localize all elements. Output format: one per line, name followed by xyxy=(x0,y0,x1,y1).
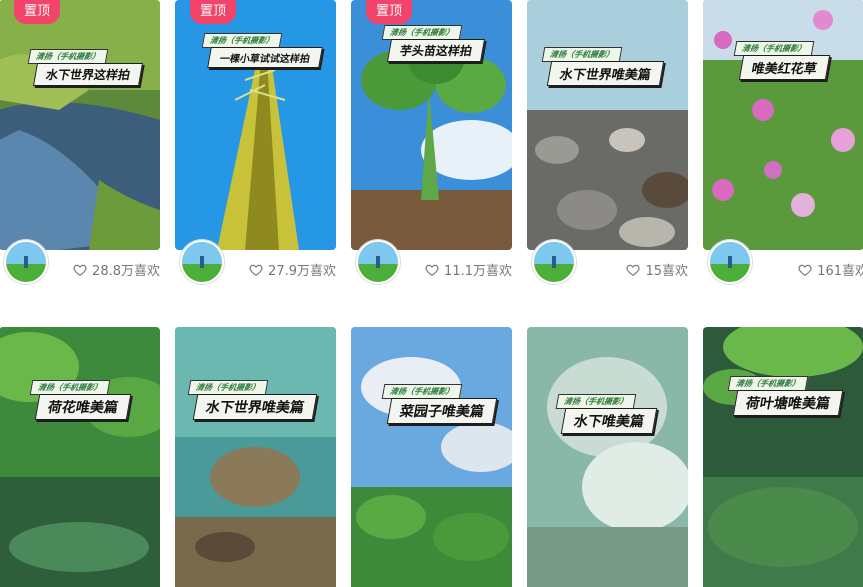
video-title: 水下世界唯美篇 xyxy=(192,394,318,420)
video-thumbnail[interactable]: 置顶 清扬（手机摄影） 一棵小草试试这样拍 xyxy=(175,0,336,250)
author-tag: 清扬（手机摄影） xyxy=(381,25,463,40)
video-card-8[interactable]: 清扬（手机摄影） 菜园子唯美篇 xyxy=(351,327,512,587)
video-caption: 清扬（手机摄影） 水下世界唯美篇 xyxy=(187,375,318,420)
like-count-text: 11.1万喜欢 xyxy=(444,264,512,279)
video-thumbnail[interactable]: 清扬（手机摄影） 水下唯美篇 xyxy=(527,327,688,587)
thumbnail-image xyxy=(527,327,688,587)
video-thumbnail[interactable]: 清扬（手机摄影） 菜园子唯美篇 xyxy=(351,327,512,587)
author-tag: 清扬（手机摄影） xyxy=(727,376,809,391)
video-caption: 清扬（手机摄影） 芋头苗这样拍 xyxy=(381,20,486,62)
thumbnail-image xyxy=(703,327,863,587)
card-meta: 15喜欢 xyxy=(527,240,688,300)
author-tag: 清扬（手机摄影） xyxy=(555,394,637,409)
video-title: 水下世界唯美篇 xyxy=(546,61,665,86)
author-tag: 清扬（手机摄影） xyxy=(29,380,111,395)
heart-outline-icon xyxy=(626,264,640,276)
video-card-10[interactable]: 清扬（手机摄影） 荷叶塘唯美篇 xyxy=(703,327,863,587)
video-title: 荷叶塘唯美篇 xyxy=(732,390,844,416)
author-tag: 清扬（手机摄影） xyxy=(27,49,109,64)
like-count[interactable]: 27.9万喜欢 xyxy=(249,260,336,279)
video-caption: 清扬（手机摄影） 菜园子唯美篇 xyxy=(381,379,498,424)
author-tag: 清扬（手机摄影） xyxy=(381,384,463,399)
video-card-6[interactable]: 清扬（手机摄影） 荷花唯美篇 xyxy=(0,327,160,587)
video-title: 荷花唯美篇 xyxy=(34,394,132,420)
like-count[interactable]: 15喜欢 xyxy=(626,260,688,279)
thumbnail-image xyxy=(175,327,336,587)
like-count-text: 28.8万喜欢 xyxy=(92,264,160,279)
user-avatar[interactable] xyxy=(532,240,576,284)
video-title: 唯美红花草 xyxy=(738,55,831,80)
video-thumbnail[interactable]: 置顶 清扬（手机摄影） 水下世界这样拍 xyxy=(0,0,160,250)
pinned-badge: 置顶 xyxy=(190,0,237,24)
video-card-3[interactable]: 置顶 清扬（手机摄影） 芋头苗这样拍 11.1万喜欢 xyxy=(351,0,512,300)
like-count-text: 161喜欢 xyxy=(817,264,863,279)
like-count[interactable]: 28.8万喜欢 xyxy=(73,260,160,279)
video-card-7[interactable]: 清扬（手机摄影） 水下世界唯美篇 xyxy=(175,327,336,587)
user-avatar[interactable] xyxy=(4,240,48,284)
video-title: 水下唯美篇 xyxy=(560,408,658,434)
card-meta: 11.1万喜欢 xyxy=(351,240,512,300)
like-count[interactable]: 161喜欢 xyxy=(798,260,863,279)
video-caption: 清扬（手机摄影） 荷花唯美篇 xyxy=(29,375,132,420)
heart-outline-icon xyxy=(73,264,87,276)
thumbnail-image xyxy=(0,0,160,250)
thumbnail-image xyxy=(0,327,160,587)
video-thumbnail[interactable]: 清扬（手机摄影） 荷花唯美篇 xyxy=(0,327,160,587)
heart-outline-icon xyxy=(249,264,263,276)
video-caption: 清扬（手机摄影） 唯美红花草 xyxy=(733,36,831,80)
pinned-badge: 置顶 xyxy=(14,0,61,24)
video-thumbnail[interactable]: 清扬（手机摄影） 水下世界唯美篇 xyxy=(527,0,688,250)
video-card-4[interactable]: 清扬（手机摄影） 水下世界唯美篇 15喜欢 xyxy=(527,0,688,300)
video-title: 水下世界这样拍 xyxy=(32,63,144,86)
card-meta: 161喜欢 xyxy=(703,240,863,300)
like-count[interactable]: 11.1万喜欢 xyxy=(425,260,512,279)
pinned-badge: 置顶 xyxy=(366,0,413,24)
video-card-9[interactable]: 清扬（手机摄影） 水下唯美篇 xyxy=(527,327,688,587)
video-caption: 清扬（手机摄影） 水下世界这样拍 xyxy=(27,44,144,86)
video-caption: 清扬（手机摄影） 水下唯美篇 xyxy=(555,389,658,434)
video-title: 一棵小草试试这样拍 xyxy=(207,47,323,68)
heart-outline-icon xyxy=(798,264,812,276)
video-thumbnail[interactable]: 清扬（手机摄影） 水下世界唯美篇 xyxy=(175,327,336,587)
video-card-5[interactable]: 清扬（手机摄影） 唯美红花草 161喜欢 xyxy=(703,0,863,300)
user-avatar[interactable] xyxy=(356,240,400,284)
like-count-text: 15喜欢 xyxy=(645,264,688,279)
video-thumbnail[interactable]: 置顶 清扬（手机摄影） 芋头苗这样拍 xyxy=(351,0,512,250)
author-tag: 清扬（手机摄影） xyxy=(541,47,623,62)
video-caption: 清扬（手机摄影） 荷叶塘唯美篇 xyxy=(727,371,844,416)
author-tag: 清扬（手机摄影） xyxy=(733,41,815,56)
video-caption: 清扬（手机摄影） 水下世界唯美篇 xyxy=(541,42,665,86)
card-meta: 28.8万喜欢 xyxy=(0,240,160,300)
user-avatar[interactable] xyxy=(708,240,752,284)
like-count-text: 27.9万喜欢 xyxy=(268,264,336,279)
video-thumbnail[interactable]: 清扬（手机摄影） 荷叶塘唯美篇 xyxy=(703,327,863,587)
thumbnail-image xyxy=(527,0,688,250)
author-tag: 清扬（手机摄影） xyxy=(201,33,283,48)
video-caption: 清扬（手机摄影） 一棵小草试试这样拍 xyxy=(201,28,323,68)
video-title: 菜园子唯美篇 xyxy=(386,398,498,424)
video-thumbnail[interactable]: 清扬（手机摄影） 唯美红花草 xyxy=(703,0,863,250)
video-card-2[interactable]: 置顶 清扬（手机摄影） 一棵小草试试这样拍 27.9万喜欢 xyxy=(175,0,336,300)
author-tag: 清扬（手机摄影） xyxy=(187,380,269,395)
video-card-1[interactable]: 置顶 清扬（手机摄影） 水下世界这样拍 28.8万喜欢 xyxy=(0,0,160,300)
heart-outline-icon xyxy=(425,264,439,276)
card-meta: 27.9万喜欢 xyxy=(175,240,336,300)
video-title: 芋头苗这样拍 xyxy=(386,39,486,62)
thumbnail-image xyxy=(351,327,512,587)
user-avatar[interactable] xyxy=(180,240,224,284)
